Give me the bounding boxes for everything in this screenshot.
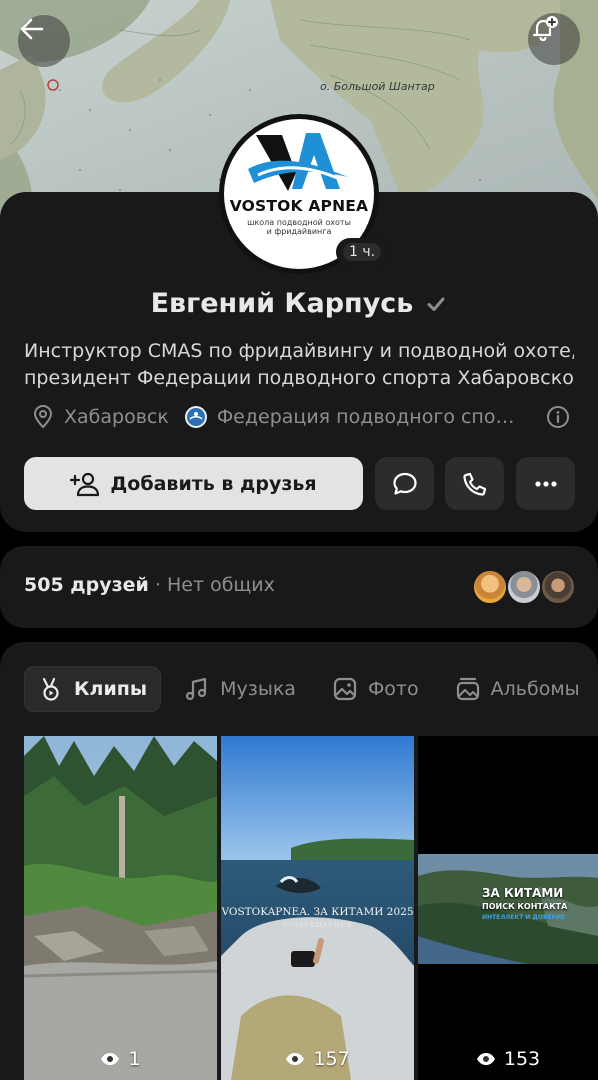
friends-avatars[interactable] <box>472 569 582 605</box>
profile-bio[interactable]: Инструктор CMAS по фридайвингу и подводн… <box>24 338 574 392</box>
tab-photo[interactable]: Фото <box>319 666 432 712</box>
phone-icon <box>462 472 486 496</box>
federation-logo-icon <box>184 406 207 428</box>
profile-meta-row: Хабаровск Федерация подводного спорта Ха… <box>30 402 570 432</box>
bell-plus-icon <box>532 16 558 42</box>
media-section: Клипы Музыка Фото Альбомы 1 VOSTOKAPNEA.… <box>0 642 598 1080</box>
arrow-left-icon <box>20 18 44 40</box>
clip-overlay-title: VOSTOKAPNEA. ЗА КИТАМИ 2025 <box>221 906 414 918</box>
avatar-brand-text: VOSTOK APNEA <box>229 197 369 215</box>
media-tabs: Клипы Музыка Фото Альбомы <box>24 666 598 712</box>
eye-icon <box>101 1053 120 1065</box>
more-icon <box>534 480 557 487</box>
more-button[interactable] <box>516 457 575 510</box>
music-icon <box>185 677 207 701</box>
friends-summary: 505 друзей · Нет общих <box>24 574 275 596</box>
tab-music[interactable]: Музыка <box>171 666 309 712</box>
friend-avatar <box>472 569 508 605</box>
profile-organization[interactable]: Федерация подводного спорта Хабаровского… <box>217 406 523 428</box>
tab-clips-label: Клипы <box>74 678 148 700</box>
location-pin-icon <box>33 404 53 429</box>
friend-avatar <box>506 569 542 605</box>
clip-views: 1 <box>24 1048 217 1070</box>
avatar-tagline: школа подводной охоты и фридайвинга <box>247 218 351 236</box>
friends-mutual: · Нет общих <box>154 574 275 596</box>
user-plus-icon <box>70 472 100 496</box>
friends-count: 505 друзей <box>24 574 149 596</box>
clip-overlay-subtitle: ВОЗВРАЩАЕМСЯ <box>282 922 353 929</box>
profile-actions: Добавить в друзья <box>24 457 576 510</box>
vostok-apnea-logo-icon <box>248 133 348 191</box>
add-friend-label: Добавить в друзья <box>110 472 317 495</box>
profile-city[interactable]: Хабаровск <box>64 406 169 428</box>
message-button[interactable] <box>375 457 434 510</box>
info-icon[interactable] <box>546 405 570 429</box>
clips-icon <box>42 677 59 701</box>
eye-icon <box>286 1053 305 1065</box>
clip-views: 157 <box>221 1048 414 1070</box>
online-status-text: 1 ч. <box>343 243 382 261</box>
check-icon[interactable] <box>425 293 447 315</box>
add-friend-button[interactable]: Добавить в друзья <box>24 457 363 510</box>
clip-views: 153 <box>418 1048 598 1070</box>
clip-item[interactable]: VOSTOKAPNEA. ЗА КИТАМИ 2025 ВОЗВРАЩАЕМСЯ… <box>221 736 414 1080</box>
photo-icon <box>333 677 357 701</box>
clip-thumbnail <box>24 736 217 1080</box>
tab-clips[interactable]: Клипы <box>24 666 162 712</box>
clip-overlay-line-2: ПОИСК КОНТАКТА <box>482 902 568 911</box>
tab-photo-label: Фото <box>367 678 419 700</box>
bio-line-2: президент Федерации подводного спорта Ха… <box>24 367 574 389</box>
clip-item[interactable]: ЗА КИТАМИ ПОИСК КОНТАКТА ИНТЕЛЛЕКТ И ДОВ… <box>418 736 598 1080</box>
friend-avatar <box>540 569 576 605</box>
clip-overlay-line-3: ИНТЕЛЛЕКТ И ДОВЕРИЕ <box>482 914 566 921</box>
clip-item[interactable]: 1 <box>24 736 217 1080</box>
bio-line-1: Инструктор CMAS по фридайвингу и подводн… <box>24 340 574 362</box>
tab-albums[interactable]: Альбомы <box>442 666 593 712</box>
eye-icon <box>476 1053 495 1065</box>
back-button[interactable] <box>18 15 70 67</box>
tab-music-label: Музыка <box>220 678 296 700</box>
call-button[interactable] <box>445 457 504 510</box>
clip-overlay-title: ЗА КИТАМИ <box>482 886 564 900</box>
message-icon <box>392 472 417 495</box>
tab-albums-label: Альбомы <box>490 678 580 700</box>
cover-map-label: о. Большой Шантар <box>320 80 435 93</box>
albums-icon <box>456 677 479 701</box>
notify-button[interactable] <box>528 13 580 65</box>
online-status-badge: 1 ч. <box>336 238 389 266</box>
profile-name: Евгений Карпусь <box>150 288 414 319</box>
profile-name-row: Евгений Карпусь <box>0 288 598 319</box>
